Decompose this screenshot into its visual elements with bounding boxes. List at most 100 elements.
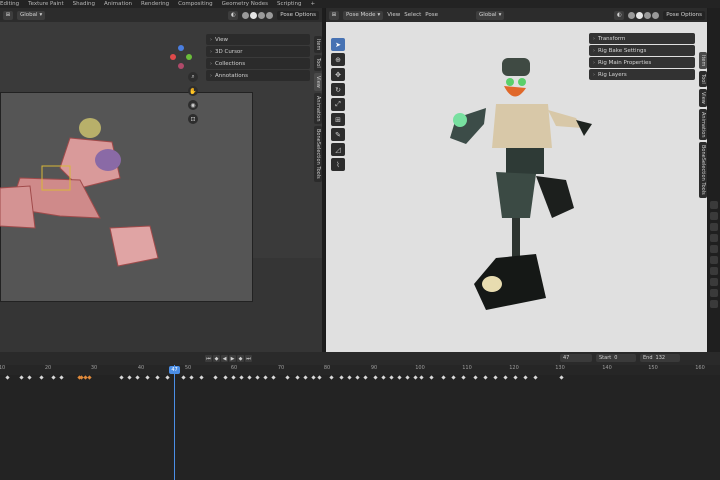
keyframe-marker[interactable] xyxy=(339,375,344,380)
keyframe-marker[interactable] xyxy=(451,375,456,380)
keyframe-marker[interactable] xyxy=(441,375,446,380)
pan-hand-icon[interactable]: ✋ xyxy=(188,86,198,96)
tab-bone-selection[interactable]: BoneSelection Tools xyxy=(699,142,707,199)
tab-animation-side[interactable]: Animation xyxy=(314,92,322,125)
jump-start-icon[interactable]: ⏮ xyxy=(205,355,212,362)
panel-annotations[interactable]: › Annotations xyxy=(206,70,310,81)
overlay-icon[interactable]: ◐ xyxy=(614,10,625,20)
keyframe-marker[interactable] xyxy=(213,375,218,380)
keyframe-marker[interactable] xyxy=(483,375,488,380)
keyframe-marker[interactable] xyxy=(295,375,300,380)
panel-transform[interactable]: › Transform xyxy=(589,33,695,44)
measure-icon[interactable]: ◿ xyxy=(331,143,345,156)
keyframe-marker[interactable] xyxy=(199,375,204,380)
view-layer-icon[interactable] xyxy=(710,234,718,242)
orientation-dropdown[interactable]: Global ▾ xyxy=(17,10,46,20)
keyframe-marker[interactable] xyxy=(127,375,132,380)
tool-properties-icon[interactable] xyxy=(710,201,718,209)
keyframe-marker[interactable] xyxy=(381,375,386,380)
end-frame-field[interactable]: End 132 xyxy=(640,354,680,362)
current-frame-field[interactable]: 47 xyxy=(560,354,592,362)
right-viewport[interactable]: ⊞ Pose Mode ▾ View Select Pose Global ▾ ◐ … xyxy=(325,8,707,352)
keyframe-marker[interactable] xyxy=(181,375,186,380)
prev-keyframe-icon[interactable]: ◆ xyxy=(213,355,220,362)
solid-icon[interactable] xyxy=(250,11,258,19)
keyframe-marker[interactable] xyxy=(165,375,170,380)
keyframe-marker[interactable] xyxy=(5,375,10,380)
keyframe-marker[interactable] xyxy=(311,375,316,380)
panel-3d-cursor[interactable]: › 3D Cursor xyxy=(206,46,310,57)
next-keyframe-icon[interactable]: ◆ xyxy=(237,355,244,362)
material-icon[interactable] xyxy=(258,11,266,19)
menu-select[interactable]: Select xyxy=(404,12,421,18)
rendered-icon[interactable] xyxy=(266,11,274,19)
orientation-dropdown[interactable]: Global ▾ xyxy=(476,10,505,20)
summary-keyframes[interactable] xyxy=(0,375,720,381)
bone-tool-icon[interactable]: ⌇ xyxy=(331,158,345,171)
keyframe-marker[interactable] xyxy=(405,375,410,380)
keyframe-marker[interactable] xyxy=(429,375,434,380)
tab-texture-paint[interactable]: Texture Paint xyxy=(28,1,64,7)
material-icon[interactable] xyxy=(644,11,652,19)
keyframe-marker[interactable] xyxy=(413,375,418,380)
keyframe-marker[interactable] xyxy=(347,375,352,380)
tab-scripting[interactable]: Scripting xyxy=(277,1,301,7)
keyframe-marker[interactable] xyxy=(419,375,424,380)
panel-rig-bake-settings[interactable]: › Rig Bake Settings xyxy=(589,45,695,56)
keyframe-marker[interactable] xyxy=(363,375,368,380)
tab-tool[interactable]: Tool xyxy=(699,71,707,88)
keyframe-marker[interactable] xyxy=(155,375,160,380)
tab-geometry-nodes[interactable]: Geometry Nodes xyxy=(222,1,268,7)
playhead-frame-badge[interactable]: 47 xyxy=(169,366,180,374)
output-properties-icon[interactable] xyxy=(710,223,718,231)
tab-compositing[interactable]: Compositing xyxy=(178,1,212,7)
overlay-icon[interactable]: ◐ xyxy=(228,10,239,20)
cursor-icon[interactable]: ⊕ xyxy=(331,53,345,66)
axis-neg-icon[interactable] xyxy=(178,63,184,69)
world-properties-icon[interactable] xyxy=(710,256,718,264)
keyframe-marker[interactable] xyxy=(329,375,334,380)
axis-x-icon[interactable] xyxy=(170,54,176,60)
keyframe-marker[interactable] xyxy=(271,375,276,380)
rendered-icon[interactable] xyxy=(652,11,660,19)
pose-options-button[interactable]: Pose Options xyxy=(277,10,319,20)
left-viewport[interactable]: ⊞ Global ▾ ◐ Pose Options ⌕ ✋ ◉ ⊡ › View ›… xyxy=(0,8,322,352)
play-reverse-icon[interactable]: ◀ xyxy=(221,355,228,362)
camera-view-icon[interactable]: ◉ xyxy=(188,100,198,110)
annotate-icon[interactable]: ✎ xyxy=(331,128,345,141)
tab-animation[interactable]: Animation xyxy=(104,1,132,7)
keyframe-marker[interactable] xyxy=(135,375,140,380)
keyframe-marker[interactable] xyxy=(87,375,92,380)
panel-rig-main-properties[interactable]: › Rig Main Properties xyxy=(589,57,695,68)
pose-options-button[interactable]: Pose Options xyxy=(663,10,705,20)
keyframe-marker[interactable] xyxy=(27,375,32,380)
zoom-icon[interactable]: ⌕ xyxy=(188,72,198,82)
keyframe-marker[interactable] xyxy=(493,375,498,380)
keyframe-marker[interactable] xyxy=(303,375,308,380)
keyframe-marker[interactable] xyxy=(503,375,508,380)
tab-view[interactable]: View xyxy=(314,73,322,91)
keyframe-marker[interactable] xyxy=(461,375,466,380)
keyframe-marker[interactable] xyxy=(523,375,528,380)
solid-icon[interactable] xyxy=(636,11,644,19)
shading-modes[interactable] xyxy=(628,11,660,19)
play-icon[interactable]: ▶ xyxy=(229,355,236,362)
panel-rig-layers[interactable]: › Rig Layers xyxy=(589,69,695,80)
keyframe-area[interactable] xyxy=(0,375,720,480)
tab-shading[interactable]: Shading xyxy=(73,1,95,7)
menu-pose[interactable]: Pose xyxy=(425,12,438,18)
keyframe-marker[interactable] xyxy=(559,375,564,380)
keyframe-marker[interactable] xyxy=(51,375,56,380)
keyframe-marker[interactable] xyxy=(389,375,394,380)
keyframe-marker[interactable] xyxy=(19,375,24,380)
keyframe-marker[interactable] xyxy=(189,375,194,380)
keyframe-marker[interactable] xyxy=(39,375,44,380)
mode-dropdown[interactable]: Pose Mode ▾ xyxy=(343,10,384,20)
render-properties-icon[interactable] xyxy=(710,212,718,220)
axis-y-icon[interactable] xyxy=(186,54,192,60)
keyframe-marker[interactable] xyxy=(473,375,478,380)
keyframe-marker[interactable] xyxy=(263,375,268,380)
tab-rendering[interactable]: Rendering xyxy=(141,1,169,7)
modifier-properties-icon[interactable] xyxy=(710,278,718,286)
scene-properties-icon[interactable] xyxy=(710,245,718,253)
